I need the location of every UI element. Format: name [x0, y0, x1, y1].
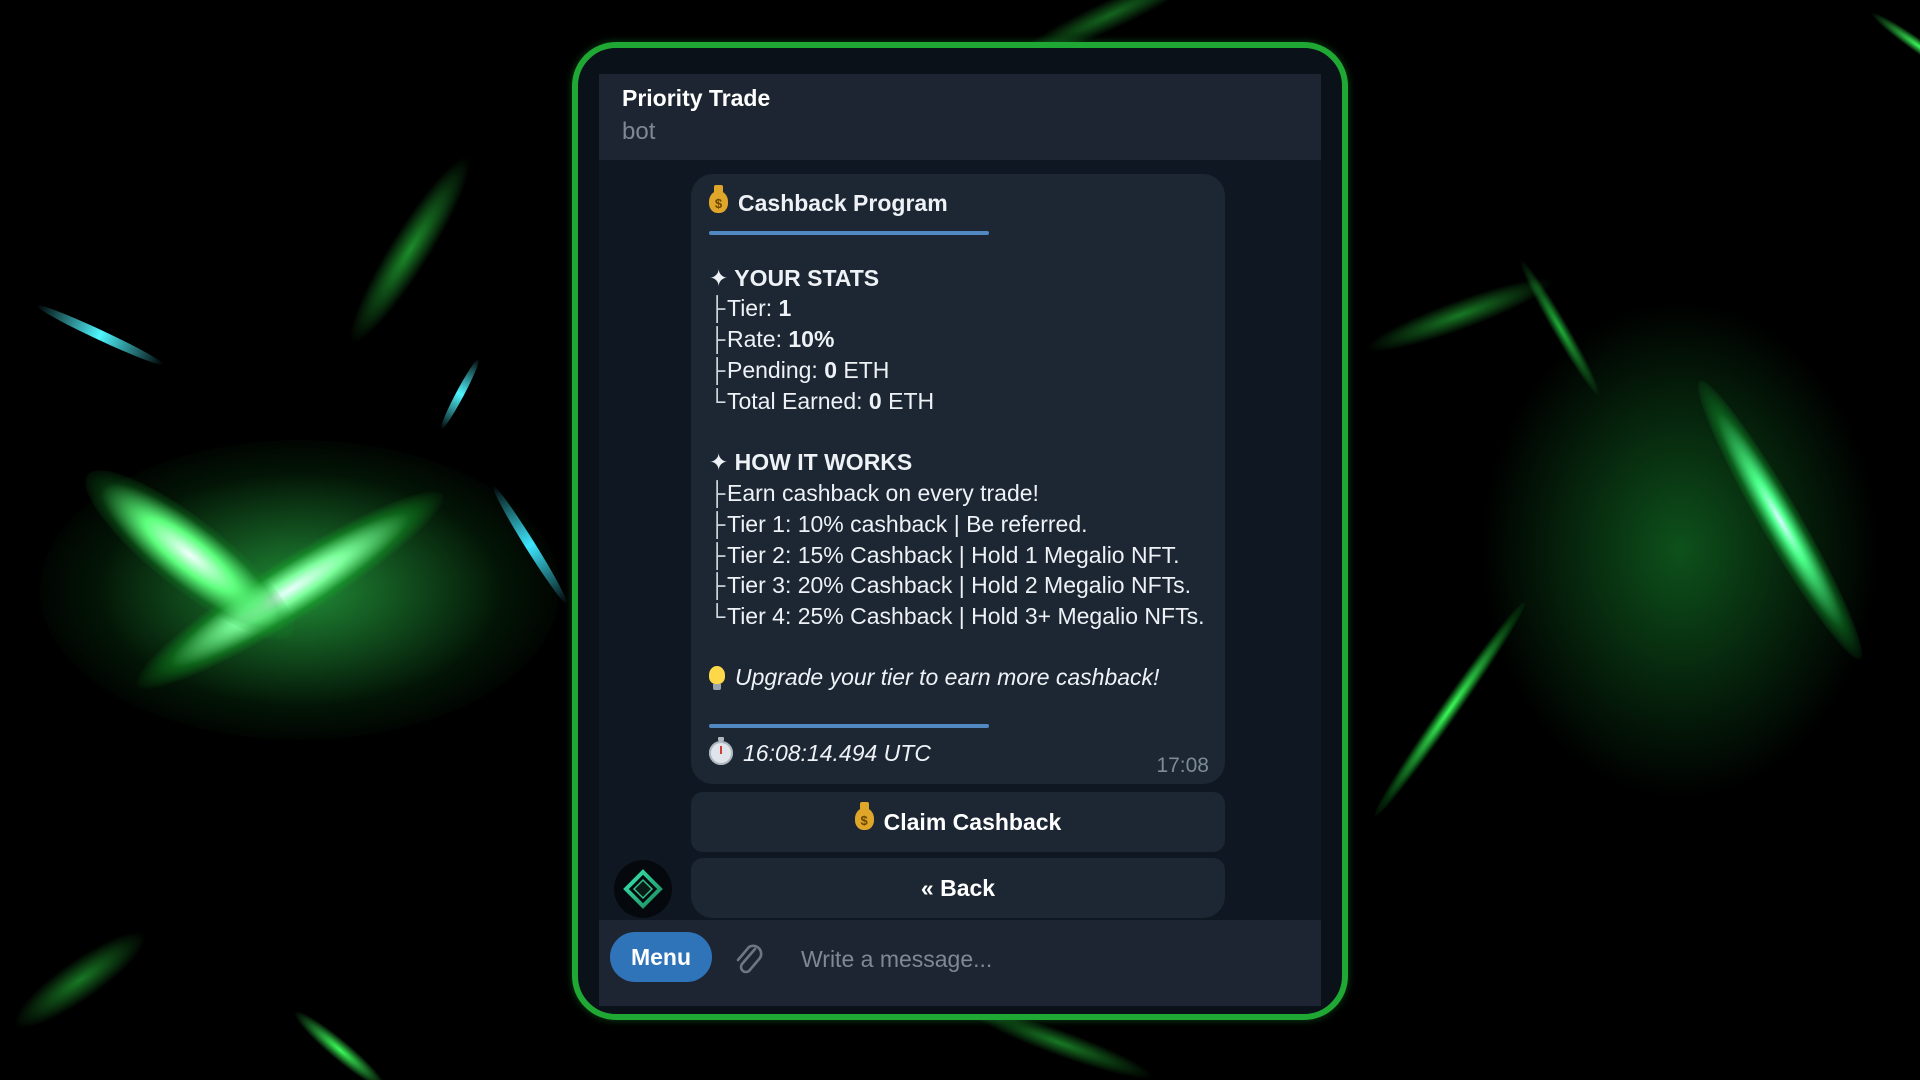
message-heading: $ Cashback Program — [709, 184, 948, 217]
how-item: ├Tier 2: 15% Cashback | Hold 1 Megalio N… — [709, 542, 1180, 568]
chat-subtitle: bot — [622, 118, 656, 145]
stats-title: ✦ YOUR STATS — [709, 265, 880, 291]
stat-pending: ├Pending: 0 ETH — [709, 357, 890, 383]
composer: Menu — [599, 920, 1321, 1006]
how-item: ├Earn cashback on every trade! — [709, 480, 1039, 506]
stat-total-earned: └Total Earned: 0 ETH — [709, 388, 935, 414]
money-bag-icon: $ — [854, 802, 874, 830]
menu-button[interactable]: Menu — [610, 932, 712, 982]
message-list[interactable]: $ Cashback Program ✦ YOUR STATS ├Tier: 1 … — [599, 160, 1321, 918]
chat-header[interactable]: Priority Trade bot — [599, 74, 1321, 160]
message-bubble: $ Cashback Program ✦ YOUR STATS ├Tier: 1 … — [691, 174, 1225, 784]
message-input[interactable] — [799, 938, 1303, 980]
stopwatch-icon — [709, 736, 733, 765]
how-item: ├Tier 3: 20% Cashback | Hold 2 Megalio N… — [709, 572, 1192, 598]
how-item: └Tier 4: 25% Cashback | Hold 3+ Megalio … — [709, 603, 1205, 629]
divider — [709, 231, 989, 235]
light-bulb-icon — [709, 665, 725, 690]
how-title: ✦ HOW IT WORKS — [709, 449, 913, 475]
back-button[interactable]: « Back — [691, 858, 1225, 918]
chat-title: Priority Trade — [622, 85, 771, 111]
sparkle-icon: ✦ — [709, 449, 729, 475]
avatar-logo — [623, 869, 663, 909]
timestamp-line: 16:08:14.494 UTC — [709, 736, 931, 767]
sparkle-icon: ✦ — [709, 265, 729, 291]
message-time: 17:08 — [1156, 754, 1209, 777]
bot-avatar-icon[interactable] — [614, 860, 672, 918]
upgrade-tip: Upgrade your tier to earn more cashback! — [709, 664, 1159, 691]
how-item: ├Tier 1: 10% cashback | Be referred. — [709, 511, 1088, 537]
stat-rate: ├Rate: 10% — [709, 326, 835, 352]
divider — [709, 724, 989, 728]
stat-tier: ├Tier: 1 — [709, 295, 792, 321]
telegram-chat-window: Priority Trade bot $ Cashback Program ✦ Y… — [599, 74, 1321, 1006]
claim-cashback-button[interactable]: $ Claim Cashback — [691, 792, 1225, 852]
money-bag-icon: $ — [709, 184, 728, 213]
paperclip-icon[interactable] — [731, 940, 767, 980]
